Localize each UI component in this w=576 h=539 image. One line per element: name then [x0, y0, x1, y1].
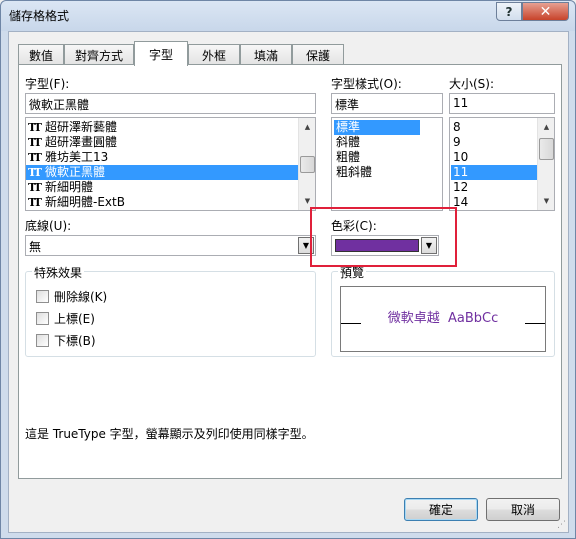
style-list-item[interactable]: 斜體 [334, 135, 442, 150]
style-list[interactable]: 標準 斜體 粗體 粗斜體 [331, 117, 443, 211]
truetype-icon: TT [28, 196, 42, 209]
underline-label: 底線(U): [25, 219, 72, 233]
font-input[interactable]: 微軟正黑體 [25, 93, 316, 114]
checkbox-box[interactable] [36, 312, 49, 325]
style-input[interactable]: 標準 [331, 93, 443, 114]
style-list-item[interactable]: 粗體 [334, 150, 442, 165]
tab-font[interactable]: 字型 [134, 41, 188, 66]
scroll-up-icon[interactable]: ▲ [539, 119, 554, 135]
font-list-item-selected[interactable]: TT 微軟正黑體 [26, 165, 315, 180]
font-list-item-label: 超研澤新藝體 [45, 120, 118, 134]
underline-dropdown[interactable]: 無 ▼ [25, 235, 316, 256]
ok-button[interactable]: 確定 [404, 498, 478, 521]
font-list-item[interactable]: TT 超研澤新藝體 [26, 120, 315, 135]
strikethrough-checkbox[interactable]: 刪除線(K) [36, 288, 107, 305]
checkbox-box[interactable] [36, 290, 49, 303]
size-label: 大小(S): [449, 77, 495, 91]
effects-group: 特殊效果 刪除線(K) 上標(E) 下標(B) [25, 264, 316, 357]
tab-fill[interactable]: 填滿 [240, 44, 292, 65]
font-list-item-label: 雅坊美工13 [45, 150, 109, 164]
preview-group: 預覽 微軟卓越 AaBbCc [331, 264, 555, 357]
font-list-item-label: 新細明體-ExtB [45, 195, 125, 209]
truetype-icon: TT [28, 181, 42, 194]
help-button[interactable]: ? [496, 2, 522, 21]
tab-number[interactable]: 數值 [18, 44, 64, 65]
format-cells-dialog: 儲存格格式 ? ✕ 數值 對齊方式 字型 外框 填滿 保護 字型(F): 微軟正… [0, 0, 576, 539]
tab-protection[interactable]: 保護 [292, 44, 344, 65]
tab-label: 填滿 [253, 48, 278, 63]
font-tab-panel: 字型(F): 微軟正黑體 TT 超研澤新藝體 TT 超研澤畫圓體 TT 雅坊美工13 … [18, 64, 562, 479]
tab-label: 保護 [305, 48, 330, 63]
style-list-item-selected[interactable]: 標準 [334, 120, 420, 135]
font-list-scrollbar[interactable]: ▲ ▼ [298, 118, 315, 210]
scroll-down-icon[interactable]: ▼ [539, 193, 554, 209]
effects-title: 特殊效果 [32, 264, 85, 281]
checkbox-label: 下標(B) [54, 334, 96, 348]
truetype-icon: TT [28, 166, 42, 179]
style-label: 字型樣式(O): [331, 77, 402, 91]
size-input[interactable]: 11 [449, 93, 555, 114]
resize-grip-icon[interactable]: ⋰ [557, 520, 566, 530]
preview-sample-text: 微軟卓越 AaBbCc [387, 311, 499, 326]
size-list-scrollbar[interactable]: ▲ ▼ [537, 118, 554, 210]
color-highlight-box [310, 207, 457, 267]
truetype-icon: TT [28, 121, 42, 134]
preview-box: 微軟卓越 AaBbCc [340, 286, 546, 352]
truetype-info-text: 這是 TrueType 字型，螢幕顯示及列印使用同樣字型。 [25, 427, 314, 441]
font-list[interactable]: TT 超研澤新藝體 TT 超研澤畫圓體 TT 雅坊美工13 TT 微軟正黑體 TT 新細明… [25, 117, 316, 211]
superscript-checkbox[interactable]: 上標(E) [36, 310, 95, 327]
scroll-up-icon[interactable]: ▲ [300, 119, 315, 135]
title-bar[interactable]: 儲存格格式 ? ✕ [1, 1, 575, 31]
truetype-icon: TT [28, 151, 42, 164]
checkbox-label: 刪除線(K) [54, 290, 108, 304]
scroll-thumb[interactable] [539, 138, 554, 160]
font-list-item[interactable]: TT 新細明體-ExtB [26, 195, 315, 210]
tab-label: 外框 [201, 48, 226, 63]
font-list-item-label: 超研澤畫圓體 [45, 135, 118, 149]
font-list-item[interactable]: TT 雅坊美工13 [26, 150, 315, 165]
truetype-icon: TT [28, 136, 42, 149]
tab-label: 字型 [148, 47, 173, 62]
dialog-body: 數值 對齊方式 字型 外框 填滿 保護 字型(F): 微軟正黑體 TT 超研澤新藝… [8, 31, 569, 533]
style-list-item[interactable]: 粗斜體 [334, 165, 442, 180]
dialog-title: 儲存格格式 [9, 9, 70, 23]
font-list-item[interactable]: TT 新細明體 [26, 180, 315, 195]
underline-value: 無 [29, 240, 42, 254]
close-icon: ✕ [539, 3, 552, 20]
tab-border[interactable]: 外框 [188, 44, 240, 65]
font-label: 字型(F): [25, 77, 70, 91]
subscript-checkbox[interactable]: 下標(B) [36, 332, 96, 349]
scroll-thumb[interactable] [300, 156, 315, 173]
checkbox-label: 上標(E) [54, 312, 95, 326]
checkbox-box[interactable] [36, 334, 49, 347]
font-list-item-label: 新細明體 [45, 180, 94, 194]
size-list-item-selected[interactable]: 11 [451, 165, 537, 180]
cancel-button[interactable]: 取消 [486, 498, 560, 521]
font-list-item[interactable]: TT 超研澤畫圓體 [26, 135, 315, 150]
close-button[interactable]: ✕ [522, 2, 569, 21]
size-list[interactable]: 8 9 10 11 12 14 ▲ ▼ [449, 117, 555, 211]
help-icon: ? [505, 4, 513, 19]
tab-label: 數值 [28, 48, 53, 63]
font-list-item-label: 微軟正黑體 [45, 165, 106, 179]
tab-alignment[interactable]: 對齊方式 [64, 44, 134, 65]
tab-label: 對齊方式 [74, 48, 123, 63]
